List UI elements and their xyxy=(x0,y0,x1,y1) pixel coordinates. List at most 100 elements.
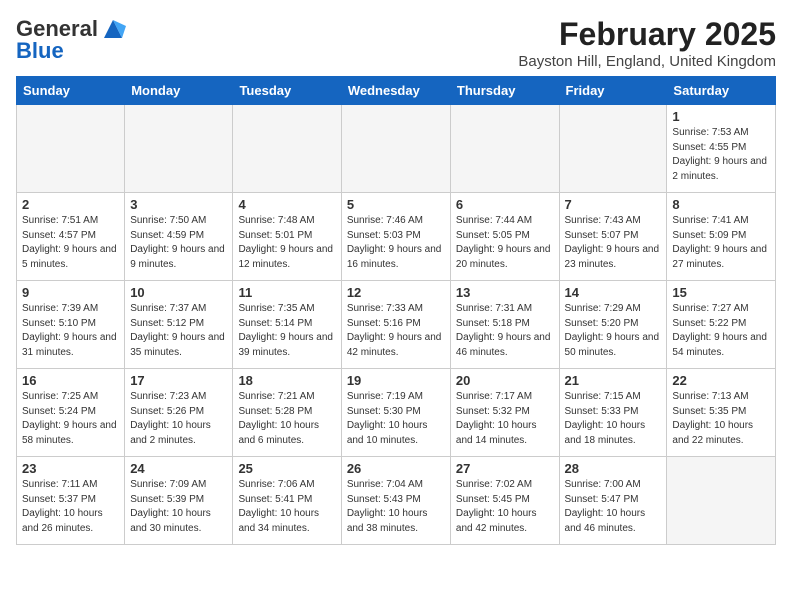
day-info: Sunrise: 7:41 AM Sunset: 5:09 PM Dayligh… xyxy=(672,214,770,272)
column-header-friday: Friday xyxy=(559,77,667,105)
day-number: 19 xyxy=(347,373,445,388)
calendar-cell: 17Sunrise: 7:23 AM Sunset: 5:26 PM Dayli… xyxy=(125,369,233,457)
week-row-3: 9Sunrise: 7:39 AM Sunset: 5:10 PM Daylig… xyxy=(17,281,776,369)
day-info: Sunrise: 7:00 AM Sunset: 5:47 PM Dayligh… xyxy=(565,478,662,536)
day-info: Sunrise: 7:25 AM Sunset: 5:24 PM Dayligh… xyxy=(22,390,119,448)
logo: General Blue xyxy=(16,16,126,64)
day-number: 2 xyxy=(22,197,119,212)
day-info: Sunrise: 7:39 AM Sunset: 5:10 PM Dayligh… xyxy=(22,302,119,360)
day-info: Sunrise: 7:53 AM Sunset: 4:55 PM Dayligh… xyxy=(672,126,770,184)
day-info: Sunrise: 7:15 AM Sunset: 5:33 PM Dayligh… xyxy=(565,390,662,448)
calendar-cell xyxy=(17,105,125,193)
day-number: 22 xyxy=(672,373,770,388)
day-info: Sunrise: 7:29 AM Sunset: 5:20 PM Dayligh… xyxy=(565,302,662,360)
day-number: 24 xyxy=(130,461,227,476)
day-info: Sunrise: 7:21 AM Sunset: 5:28 PM Dayligh… xyxy=(238,390,335,448)
day-info: Sunrise: 7:48 AM Sunset: 5:01 PM Dayligh… xyxy=(238,214,335,272)
calendar-cell: 25 Sunrise: 7:06 AM Sunset: 5:41 PM Dayli… xyxy=(233,457,341,545)
column-header-wednesday: Wednesday xyxy=(341,77,450,105)
week-row-4: 16 Sunrise: 7:25 AM Sunset: 5:24 PM Dayli… xyxy=(17,369,776,457)
calendar-cell: 13 Sunrise: 7:31 AM Sunset: 5:18 PM Dayli… xyxy=(450,281,559,369)
calendar-header-row: SundayMondayTuesdayWednesdayThursdayFrid… xyxy=(17,77,776,105)
day-info: Sunrise: 7:37 AM Sunset: 5:12 PM Dayligh… xyxy=(130,302,227,360)
calendar-cell: 26 Sunrise: 7:04 AM Sunset: 5:43 PM Dayli… xyxy=(341,457,450,545)
calendar-cell: 10 Sunrise: 7:37 AM Sunset: 5:12 PM Dayli… xyxy=(125,281,233,369)
calendar-table: SundayMondayTuesdayWednesdayThursdayFrid… xyxy=(16,76,776,545)
calendar-cell: 7Sunrise: 7:43 AM Sunset: 5:07 PM Daylig… xyxy=(559,193,667,281)
calendar-cell: 1Sunrise: 7:53 AM Sunset: 4:55 PM Daylig… xyxy=(667,105,776,193)
calendar-cell: 11 Sunrise: 7:35 AM Sunset: 5:14 PM Dayli… xyxy=(233,281,341,369)
column-header-thursday: Thursday xyxy=(450,77,559,105)
day-info: Sunrise: 7:04 AM Sunset: 5:43 PM Dayligh… xyxy=(347,478,445,536)
calendar-cell: 14 Sunrise: 7:29 AM Sunset: 5:20 PM Dayli… xyxy=(559,281,667,369)
day-number: 15 xyxy=(672,285,770,300)
day-number: 11 xyxy=(238,285,335,300)
calendar-cell: 8 Sunrise: 7:41 AM Sunset: 5:09 PM Daylig… xyxy=(667,193,776,281)
day-number: 16 xyxy=(22,373,119,388)
day-info: Sunrise: 7:13 AM Sunset: 5:35 PM Dayligh… xyxy=(672,390,770,448)
day-number: 7 xyxy=(565,197,662,212)
day-number: 26 xyxy=(347,461,445,476)
day-number: 4 xyxy=(238,197,335,212)
day-number: 27 xyxy=(456,461,554,476)
calendar-cell xyxy=(125,105,233,193)
day-number: 3 xyxy=(130,197,227,212)
calendar-cell xyxy=(559,105,667,193)
calendar-cell: 5 Sunrise: 7:46 AM Sunset: 5:03 PM Daylig… xyxy=(341,193,450,281)
day-number: 25 xyxy=(238,461,335,476)
day-number: 28 xyxy=(565,461,662,476)
calendar-cell: 21 Sunrise: 7:15 AM Sunset: 5:33 PM Dayli… xyxy=(559,369,667,457)
calendar-cell xyxy=(450,105,559,193)
calendar-cell: 12 Sunrise: 7:33 AM Sunset: 5:16 PM Dayli… xyxy=(341,281,450,369)
day-info: Sunrise: 7:31 AM Sunset: 5:18 PM Dayligh… xyxy=(456,302,554,360)
calendar-cell xyxy=(341,105,450,193)
day-number: 17 xyxy=(130,373,227,388)
day-info: Sunrise: 7:02 AM Sunset: 5:45 PM Dayligh… xyxy=(456,478,554,536)
day-number: 23 xyxy=(22,461,119,476)
week-row-1: 1Sunrise: 7:53 AM Sunset: 4:55 PM Daylig… xyxy=(17,105,776,193)
day-number: 10 xyxy=(130,285,227,300)
week-row-2: 2Sunrise: 7:51 AM Sunset: 4:57 PM Daylig… xyxy=(17,193,776,281)
day-info: Sunrise: 7:35 AM Sunset: 5:14 PM Dayligh… xyxy=(238,302,335,360)
day-number: 20 xyxy=(456,373,554,388)
calendar-cell: 4 Sunrise: 7:48 AM Sunset: 5:01 PM Daylig… xyxy=(233,193,341,281)
month-title: February 2025 xyxy=(518,16,776,53)
day-info: Sunrise: 7:11 AM Sunset: 5:37 PM Dayligh… xyxy=(22,478,119,536)
calendar-cell: 15 Sunrise: 7:27 AM Sunset: 5:22 PM Dayli… xyxy=(667,281,776,369)
day-number: 12 xyxy=(347,285,445,300)
column-header-monday: Monday xyxy=(125,77,233,105)
calendar-cell: 28 Sunrise: 7:00 AM Sunset: 5:47 PM Dayli… xyxy=(559,457,667,545)
calendar-cell: 2Sunrise: 7:51 AM Sunset: 4:57 PM Daylig… xyxy=(17,193,125,281)
day-info: Sunrise: 7:46 AM Sunset: 5:03 PM Dayligh… xyxy=(347,214,445,272)
day-info: Sunrise: 7:33 AM Sunset: 5:16 PM Dayligh… xyxy=(347,302,445,360)
logo-icon xyxy=(100,16,126,42)
day-number: 21 xyxy=(565,373,662,388)
column-header-sunday: Sunday xyxy=(17,77,125,105)
calendar-cell: 24 Sunrise: 7:09 AM Sunset: 5:39 PM Dayli… xyxy=(125,457,233,545)
calendar-cell: 6 Sunrise: 7:44 AM Sunset: 5:05 PM Daylig… xyxy=(450,193,559,281)
day-info: Sunrise: 7:44 AM Sunset: 5:05 PM Dayligh… xyxy=(456,214,554,272)
day-info: Sunrise: 7:17 AM Sunset: 5:32 PM Dayligh… xyxy=(456,390,554,448)
day-info: Sunrise: 7:27 AM Sunset: 5:22 PM Dayligh… xyxy=(672,302,770,360)
calendar-cell: 20 Sunrise: 7:17 AM Sunset: 5:32 PM Dayli… xyxy=(450,369,559,457)
day-number: 14 xyxy=(565,285,662,300)
day-info: Sunrise: 7:06 AM Sunset: 5:41 PM Dayligh… xyxy=(238,478,335,536)
title-area: February 2025 Bayston Hill, England, Uni… xyxy=(518,16,776,70)
day-info: Sunrise: 7:19 AM Sunset: 5:30 PM Dayligh… xyxy=(347,390,445,448)
calendar-cell: 22 Sunrise: 7:13 AM Sunset: 5:35 PM Dayli… xyxy=(667,369,776,457)
calendar-cell: 19 Sunrise: 7:19 AM Sunset: 5:30 PM Dayli… xyxy=(341,369,450,457)
day-number: 5 xyxy=(347,197,445,212)
week-row-5: 23 Sunrise: 7:11 AM Sunset: 5:37 PM Dayli… xyxy=(17,457,776,545)
column-header-saturday: Saturday xyxy=(667,77,776,105)
calendar-cell: 18Sunrise: 7:21 AM Sunset: 5:28 PM Dayli… xyxy=(233,369,341,457)
calendar-cell: 23 Sunrise: 7:11 AM Sunset: 5:37 PM Dayli… xyxy=(17,457,125,545)
calendar-cell: 9Sunrise: 7:39 AM Sunset: 5:10 PM Daylig… xyxy=(17,281,125,369)
day-number: 13 xyxy=(456,285,554,300)
day-number: 6 xyxy=(456,197,554,212)
calendar-cell: 16 Sunrise: 7:25 AM Sunset: 5:24 PM Dayli… xyxy=(17,369,125,457)
page-header: General Blue February 2025 Bayston Hill,… xyxy=(16,16,776,70)
day-number: 8 xyxy=(672,197,770,212)
calendar-cell xyxy=(667,457,776,545)
calendar-cell: 27 Sunrise: 7:02 AM Sunset: 5:45 PM Dayli… xyxy=(450,457,559,545)
day-info: Sunrise: 7:09 AM Sunset: 5:39 PM Dayligh… xyxy=(130,478,227,536)
